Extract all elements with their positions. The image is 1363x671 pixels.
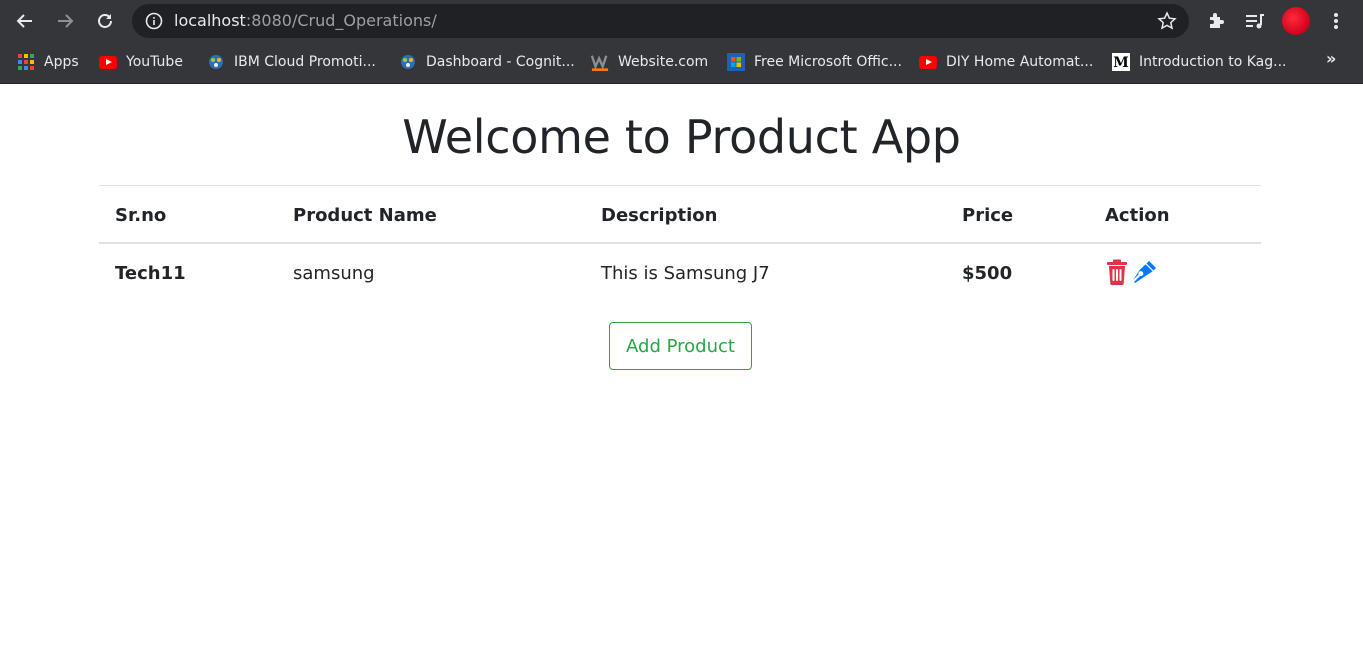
table-header-row: Sr.no Product Name Description Price Act… (99, 186, 1261, 244)
info-icon[interactable] (145, 12, 163, 30)
header-action: Action (1105, 205, 1170, 226)
bookmark-label: Free Microsoft Offic... (754, 54, 902, 70)
browser-toolbar: localhost:8080/Crud_Operations/ (0, 0, 1363, 42)
header-description: Description (601, 205, 718, 226)
bookmarks-overflow-button[interactable]: » (1326, 49, 1336, 68)
header-srno: Sr.no (115, 205, 167, 226)
apps-grid-icon (17, 53, 35, 71)
kebab-menu-icon (1334, 13, 1338, 29)
page-title: Welcome to Product App (402, 110, 961, 164)
bookmark-youtube[interactable]: YouTube (99, 51, 183, 73)
forward-button[interactable] (51, 7, 79, 35)
playlist-music-icon (1246, 14, 1264, 29)
product-table: Sr.no Product Name Description Price Act… (99, 185, 1261, 304)
bookmark-label: YouTube (126, 54, 183, 70)
media-control-button[interactable] (1243, 9, 1267, 33)
bookmark-label: Introduction to Kag... (1139, 54, 1287, 70)
bookmark-label: Dashboard - Cognit... (426, 54, 575, 70)
bookmark-introduction-kaggle[interactable]: M Introduction to Kag... (1112, 51, 1287, 73)
back-button[interactable] (11, 7, 39, 35)
reload-icon (98, 14, 112, 28)
extensions-button[interactable] (1204, 9, 1228, 33)
medium-m-icon: M (1112, 53, 1130, 71)
cognitive-dashboard-icon (399, 53, 417, 71)
reload-button[interactable] (91, 7, 119, 35)
puzzle-icon (1210, 13, 1224, 28)
bookmark-website-com[interactable]: Website.com (591, 51, 708, 73)
cell-price: $500 (962, 263, 1013, 284)
website-w-icon (591, 53, 609, 71)
table-row: Tech11 samsung This is Samsung J7 $500 (99, 244, 1261, 304)
url-text[interactable]: localhost:8080/Crud_Operations/ (174, 10, 437, 32)
bookmark-dashboard-cognitive[interactable]: Dashboard - Cognit... (399, 51, 575, 73)
bookmarks-bar: Apps YouTube IBM Cloud Promoti... Dashbo… (0, 42, 1363, 84)
bookmark-diy-home-automation[interactable]: DIY Home Automat... (919, 51, 1093, 73)
bookmark-star-icon[interactable] (1157, 11, 1177, 31)
add-product-button[interactable]: Add Product (609, 322, 752, 370)
edit-pen-icon[interactable] (1132, 258, 1158, 286)
bookmark-microsoft-office[interactable]: Free Microsoft Offic... (727, 51, 902, 73)
header-price: Price (962, 205, 1014, 226)
ibm-cloud-icon (207, 53, 225, 71)
bookmark-label: Website.com (618, 54, 709, 70)
cell-description: This is Samsung J7 (601, 263, 770, 284)
bookmark-label: IBM Cloud Promoti... (234, 54, 376, 70)
cell-product-name: samsung (293, 263, 375, 284)
svg-text:M: M (1113, 55, 1129, 71)
arrow-left-icon (16, 14, 32, 28)
bookmark-label: DIY Home Automat... (946, 54, 1094, 70)
bookmark-apps[interactable]: Apps (17, 51, 79, 73)
delete-icon[interactable] (1104, 258, 1130, 286)
arrow-right-icon (58, 14, 74, 28)
youtube-icon (919, 53, 937, 71)
bookmark-ibm-cloud[interactable]: IBM Cloud Promoti... (207, 51, 376, 73)
page-content: Welcome to Product App Sr.no Product Nam… (0, 85, 1363, 671)
profile-avatar[interactable] (1282, 7, 1310, 35)
menu-button[interactable] (1324, 9, 1348, 33)
microsoft-office-icon (727, 53, 745, 71)
url-host: localhost (174, 11, 246, 30)
bookmark-label: Apps (44, 54, 79, 70)
address-bar[interactable]: localhost:8080/Crud_Operations/ (132, 4, 1189, 38)
url-path: :8080/Crud_Operations/ (245, 11, 437, 30)
cell-srno: Tech11 (115, 263, 186, 284)
header-product-name: Product Name (293, 205, 437, 226)
row-actions (1104, 258, 1158, 286)
youtube-icon (99, 53, 117, 71)
